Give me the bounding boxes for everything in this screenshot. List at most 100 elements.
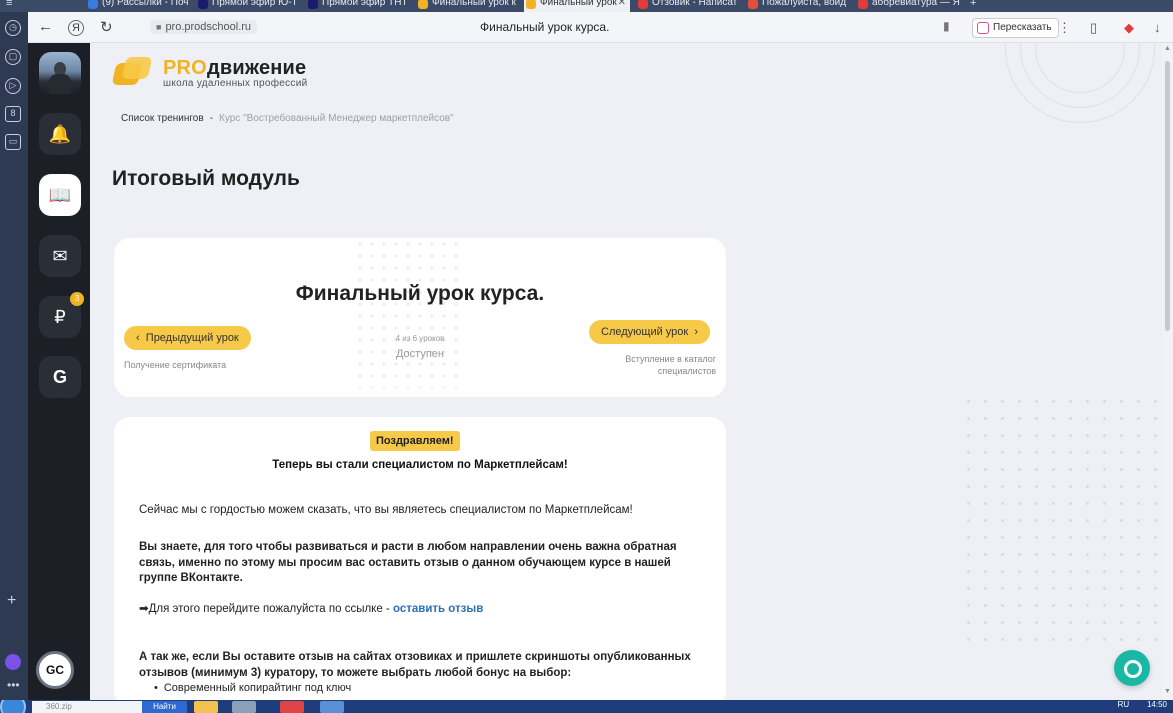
prev-lesson-title[interactable]: Получение сертификата <box>124 360 226 370</box>
address-bar: ← Я ↻ ■ pro.prodschool.ru Финальный урок … <box>28 12 1173 43</box>
tab-label: Пожалуйста, войд <box>762 0 847 8</box>
mail-icon: ✉ <box>52 246 68 266</box>
lesson-nav-card: Финальный урок курса. ‹ Предыдущий урок … <box>114 238 726 397</box>
chat-button[interactable] <box>1114 650 1150 686</box>
play-icon[interactable]: ▷ <box>5 78 21 94</box>
getcourse-icon: G <box>52 367 67 387</box>
bookmark-icon[interactable]: ▮ <box>943 19 950 33</box>
school-favicon-icon <box>418 0 428 9</box>
lesson-status: Доступен <box>395 348 444 360</box>
history-icon[interactable]: ◷ <box>5 20 21 36</box>
browser-menu-icon[interactable]: ≡ <box>6 0 12 9</box>
app-icon[interactable] <box>320 701 344 713</box>
page-scrollbar[interactable]: ▲ ▼ <box>1162 43 1173 700</box>
next-lesson-title-line: специалистов <box>657 366 716 376</box>
prev-lesson-button[interactable]: ‹ Предыдущий урок <box>124 326 251 350</box>
content-paragraph: А так же, если Вы оставите отзыв на сайт… <box>139 651 691 679</box>
card-dots <box>354 238 464 388</box>
list-item: Современный копирайтинг под ключ <box>154 682 351 694</box>
language-indicator[interactable]: RU <box>1118 700 1130 709</box>
start-button[interactable] <box>0 700 26 713</box>
lesson-content-card: Поздравляем! Теперь вы стали специалисто… <box>114 417 726 700</box>
paint-icon[interactable] <box>232 701 256 713</box>
explorer-icon[interactable] <box>194 701 218 713</box>
logo-shape <box>121 57 153 79</box>
taskbar-search-input[interactable]: 360.zip <box>32 701 142 713</box>
next-lesson-button[interactable]: Следующий урок › <box>589 320 711 344</box>
page-title-bar: Финальный урок курса. <box>480 20 610 34</box>
scroll-up-icon[interactable]: ▲ <box>1164 45 1171 52</box>
collections-icon[interactable]: ▢ <box>5 49 21 65</box>
yandex-favicon-icon <box>858 0 868 9</box>
brand-name[interactable]: PROдвижение <box>163 57 306 80</box>
lesson-title: Финальный урок курса. <box>295 282 545 305</box>
breadcrumb-current[interactable]: Курс "Востребованный Менеджер маркетплей… <box>219 113 454 124</box>
browser-tab[interactable]: Пожалуйста, войд <box>746 0 850 12</box>
close-tab-icon[interactable]: ✕ <box>618 0 626 10</box>
next-lesson-title-line: Вступление в каталог <box>625 354 716 364</box>
scrollbar-thumb[interactable] <box>1165 61 1170 331</box>
add-panel-icon[interactable]: + <box>7 592 16 610</box>
tab-label: Финальный урок к <box>432 0 516 8</box>
module-title: Итоговый модуль <box>110 167 300 197</box>
background-dots <box>960 393 1160 653</box>
browser-tab[interactable]: Прямой эфир ТНТ <box>306 0 410 12</box>
breadcrumb-separator: - <box>209 113 214 124</box>
school-favicon-icon <box>526 0 536 9</box>
getcourse-button[interactable]: G <box>39 356 81 398</box>
avatar[interactable] <box>39 52 81 94</box>
system-tray: RU 14:50 <box>1118 700 1167 709</box>
lesson-progress: 4 из 6 уроков <box>395 334 445 343</box>
taskbar-find-button[interactable]: Найти <box>142 701 187 713</box>
extension-icon[interactable]: ◆ <box>1124 20 1134 36</box>
browser-tab[interactable]: (9) Рассылки - Поч <box>86 0 190 12</box>
more-icon[interactable]: ••• <box>7 678 20 692</box>
url-field[interactable]: ■ pro.prodschool.ru <box>150 20 258 34</box>
brand-rest: движение <box>206 57 307 79</box>
yandex-icon[interactable]: Я <box>68 20 84 36</box>
scroll-down-icon[interactable]: ▼ <box>1164 688 1171 695</box>
chevron-left-icon: ‹ <box>136 332 146 344</box>
apps-icon[interactable]: 8 <box>5 106 21 122</box>
brand-pro: PRO <box>163 57 207 79</box>
back-button[interactable]: ← <box>38 18 53 35</box>
tv-favicon-icon <box>308 0 318 9</box>
gmail-icon[interactable] <box>280 701 304 713</box>
login-favicon-icon <box>748 0 758 9</box>
mail-favicon-icon <box>88 0 98 9</box>
reader-icon[interactable]: ▯ <box>1090 20 1097 36</box>
browser-tab[interactable]: Финальный урок к <box>416 0 520 12</box>
clock[interactable]: 14:50 <box>1147 700 1167 709</box>
avatar-body <box>49 74 71 94</box>
tab-label: (9) Рассылки - Поч <box>102 0 189 8</box>
alice-icon[interactable] <box>5 654 21 670</box>
content-paragraph: Сейчас мы с гордостью можем сказать, что… <box>139 504 633 516</box>
module-title-text: Итоговый модуль <box>112 167 300 190</box>
breadcrumb: Список тренингов - Курс "Востребованный Ме… <box>121 113 454 124</box>
tabs-icon[interactable]: ▭ <box>5 134 21 150</box>
congrats-badge: Поздравляем! <box>370 431 460 451</box>
browser-tab-strip: ≡ (9) Рассылки - Поч Прямой эфир Ю-Т Пря… <box>0 0 1173 12</box>
more-vert-icon[interactable]: ⋮ <box>1058 20 1071 36</box>
notifications-button[interactable]: 🔔 <box>39 113 81 155</box>
browser-tab[interactable]: аббревиатура — Я <box>856 0 960 12</box>
tab-label: Прямой эфир Ю-Т <box>212 0 298 8</box>
browser-tab[interactable]: Прямой эфир Ю-Т <box>196 0 300 12</box>
trainings-button[interactable]: 📖 <box>39 174 81 216</box>
content-paragraph: Вы знаете, для того чтобы развиваться и … <box>139 541 677 584</box>
brand-logo-icon[interactable] <box>111 57 153 89</box>
browser-side-panel: ◷ ▢ ▷ 8 ▭ + ••• <box>0 12 28 700</box>
next-lesson-title[interactable]: Вступление в каталог специалистов <box>625 353 716 377</box>
tv-favicon-icon <box>198 0 208 9</box>
breadcrumb-root-link[interactable]: Список тренингов <box>121 113 204 124</box>
gc-logo: GC <box>36 651 74 689</box>
download-icon[interactable]: ↓ <box>1154 20 1161 35</box>
new-tab-button[interactable]: + <box>970 0 976 9</box>
leave-review-link[interactable]: оставить отзыв <box>393 603 483 615</box>
os-taskbar: 360.zip Найти RU 14:50 <box>0 700 1173 713</box>
reload-button[interactable]: ↻ <box>100 18 113 36</box>
browser-tab-active[interactable]: Финальный урок ✕ <box>524 0 630 12</box>
messages-button[interactable]: ✉ <box>39 235 81 277</box>
browser-tab[interactable]: Отзовик - Написат <box>636 0 740 12</box>
retell-button[interactable]: Пересказать <box>972 18 1059 38</box>
